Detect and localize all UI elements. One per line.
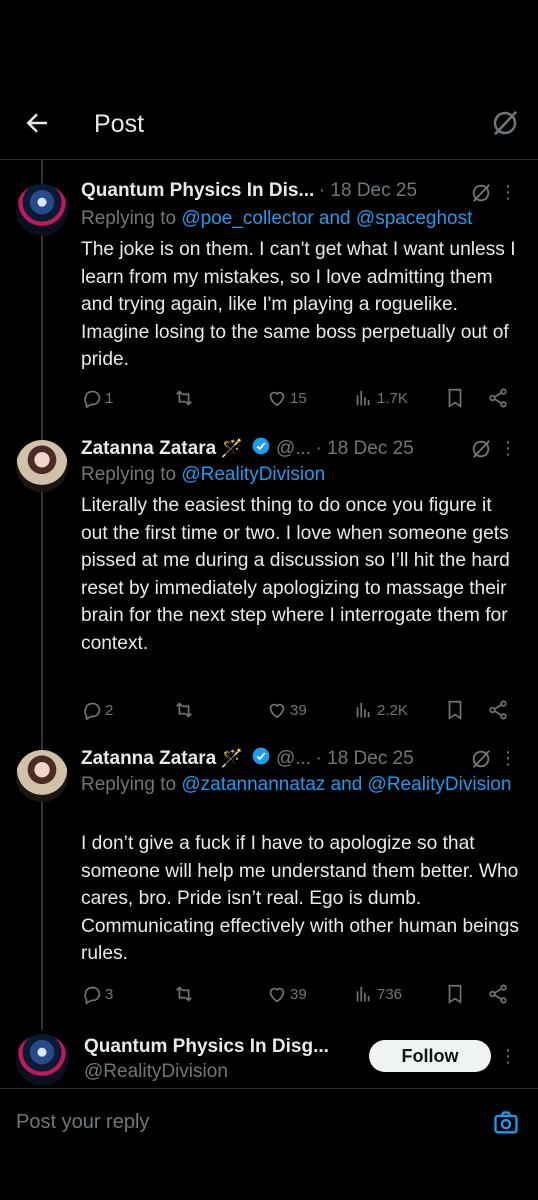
- author-handle[interactable]: @...: [276, 748, 311, 769]
- wand-icon: 🪄: [220, 438, 244, 458]
- reply-count: 3: [105, 985, 114, 1003]
- thread-line: [41, 160, 43, 1030]
- verified-icon: [253, 747, 270, 765]
- author-name[interactable]: Zatanna Zatara: [81, 748, 216, 769]
- reply-icon: [84, 702, 101, 721]
- views-icon: [356, 702, 370, 718]
- reply-button[interactable]: 1: [81, 386, 113, 410]
- post-text: I don’t give a fuck if I have to apologi…: [81, 833, 519, 964]
- bookmark-icon: [448, 984, 462, 1004]
- camera-icon[interactable]: [492, 1109, 520, 1137]
- post-date[interactable]: 18 Dec 25: [330, 180, 417, 201]
- like-icon: [269, 703, 285, 719]
- views-button[interactable]: 2.2K: [353, 698, 408, 722]
- post-header: Zatanna Zatara 🪄 @... · 18 Dec 25: [81, 437, 414, 459]
- post-header: Zatanna Zatara 🪄 @... · 18 Dec 25: [81, 747, 414, 769]
- mention-link[interactable]: @RealityDivision: [181, 464, 325, 485]
- author-card[interactable]: Quantum Physics In Disg... @RealityDivis…: [0, 1032, 538, 1088]
- like-button[interactable]: 39: [266, 982, 307, 1006]
- reply-input[interactable]: Post your reply: [16, 1111, 149, 1134]
- post-text: Literally the easiest thing to do once y…: [81, 495, 510, 654]
- author-handle[interactable]: @RealityDivision: [84, 1061, 228, 1083]
- more-icon[interactable]: ⋮: [499, 746, 517, 770]
- post-text: The joke is on them. I can't get what I …: [81, 239, 516, 370]
- reply-icon: [84, 986, 101, 1005]
- replying-to: Replying to @RealityDivision: [81, 464, 326, 485]
- views-icon: [356, 986, 370, 1002]
- action-bar: 2 39 2.2K: [81, 698, 521, 722]
- top-bar: Post: [0, 80, 538, 160]
- views-button[interactable]: 1.7K: [353, 386, 408, 410]
- avatar[interactable]: [16, 440, 68, 492]
- back-arrow-icon[interactable]: [22, 108, 52, 138]
- verified-icon: [253, 437, 270, 455]
- page-title: Post: [94, 110, 145, 138]
- like-icon: [269, 987, 285, 1003]
- wand-icon: 🪄: [220, 748, 244, 768]
- views-button[interactable]: 736: [353, 982, 402, 1006]
- mention-link[interactable]: @zatannannataz and @RealityDivision: [181, 774, 511, 795]
- bookmark-button[interactable]: [444, 982, 466, 1006]
- like-count: 39: [290, 985, 307, 1003]
- reply-composer[interactable]: Post your reply: [0, 1088, 538, 1200]
- share-button[interactable]: [487, 698, 509, 722]
- author-handle[interactable]: @...: [276, 438, 311, 459]
- post-date[interactable]: 18 Dec 25: [327, 438, 414, 459]
- view-count: 1.7K: [377, 389, 408, 407]
- replying-to: Replying to @poe_collector and @spacegho…: [81, 208, 473, 229]
- repost-icon: [176, 702, 192, 718]
- avatar[interactable]: [16, 184, 68, 236]
- mention-link[interactable]: @poe_collector and @spaceghost: [181, 208, 472, 229]
- more-icon[interactable]: ⋮: [499, 1044, 517, 1068]
- reply-count: 1: [105, 389, 114, 407]
- more-icon[interactable]: ⋮: [499, 436, 517, 460]
- view-count: 736: [377, 985, 403, 1003]
- post-header: Quantum Physics In Dis... · 18 Dec 25: [81, 180, 418, 201]
- bookmark-icon: [448, 700, 462, 720]
- reply-button[interactable]: 2: [81, 698, 113, 722]
- views-icon: [356, 390, 370, 406]
- repost-button[interactable]: [173, 698, 195, 722]
- avatar[interactable]: [16, 750, 68, 802]
- view-count: 2.2K: [377, 701, 408, 719]
- author-name[interactable]: Zatanna Zatara: [81, 438, 216, 459]
- repost-button[interactable]: [173, 386, 195, 410]
- more-icon[interactable]: ⋮: [499, 180, 517, 204]
- repost-icon: [176, 986, 192, 1002]
- reply-count: 2: [105, 701, 114, 719]
- like-icon: [269, 391, 285, 407]
- repost-button[interactable]: [173, 982, 195, 1006]
- action-bar: 1 15 1.7K: [81, 386, 521, 410]
- bookmark-button[interactable]: [444, 698, 466, 722]
- post-date[interactable]: 18 Dec 25: [327, 748, 414, 769]
- grok-icon[interactable]: [490, 108, 520, 138]
- share-button[interactable]: [487, 386, 509, 410]
- repost-icon: [176, 390, 192, 406]
- share-button[interactable]: [487, 982, 509, 1006]
- bookmark-button[interactable]: [444, 386, 466, 410]
- action-bar: 3 39 736: [81, 982, 521, 1006]
- reply-icon: [84, 390, 101, 409]
- like-button[interactable]: 15: [266, 386, 307, 410]
- share-icon: [489, 984, 507, 1004]
- author-name[interactable]: Quantum Physics In Disg...: [84, 1036, 329, 1058]
- replying-to: Replying to @zatannannataz and @RealityD…: [81, 774, 512, 795]
- like-count: 39: [290, 701, 307, 719]
- bookmark-icon: [448, 388, 462, 408]
- grok-icon[interactable]: [470, 182, 492, 204]
- reply-button[interactable]: 3: [81, 982, 113, 1006]
- share-icon: [489, 388, 507, 408]
- author-name[interactable]: Quantum Physics In Dis...: [81, 180, 314, 201]
- grok-icon[interactable]: [470, 438, 492, 460]
- like-count: 15: [290, 389, 307, 407]
- avatar[interactable]: [16, 1034, 68, 1086]
- share-icon: [489, 700, 507, 720]
- follow-button[interactable]: Follow: [369, 1040, 491, 1072]
- like-button[interactable]: 39: [266, 698, 307, 722]
- grok-icon[interactable]: [470, 748, 492, 770]
